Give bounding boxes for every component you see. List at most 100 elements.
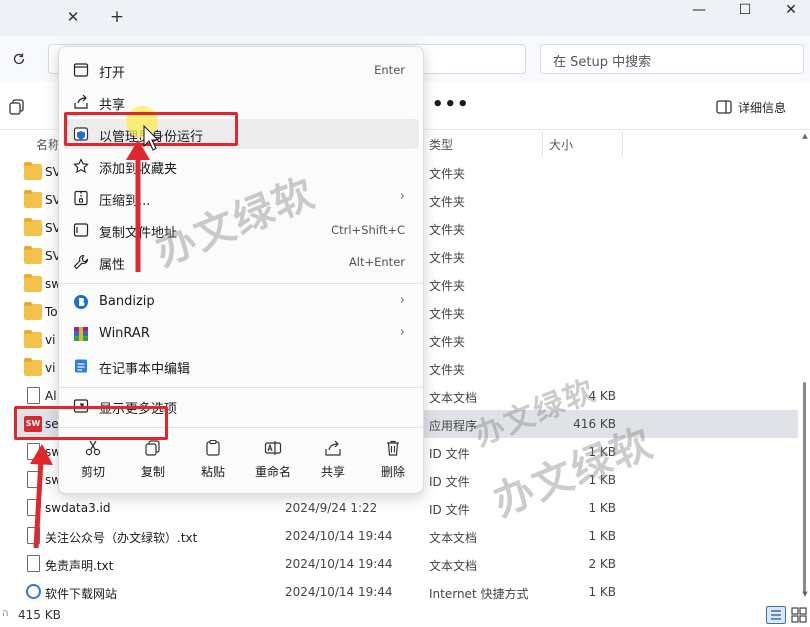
- folder-icon: [24, 246, 42, 264]
- star-icon: [73, 158, 89, 174]
- link-icon: [26, 584, 41, 599]
- text-file-icon: [27, 387, 40, 404]
- menu-item-label: Bandizip: [99, 294, 155, 309]
- status-mark: ה: [2, 608, 9, 619]
- copy-path-icon: [73, 223, 89, 237]
- share-icon: [325, 440, 341, 456]
- menu-divider: [59, 387, 423, 388]
- file-row[interactable]: 免责声明.txt 2024/10/14 19:44 文本文档 2 KB: [18, 550, 798, 578]
- close-window-button[interactable]: ✕: [768, 0, 810, 20]
- column-divider[interactable]: [622, 132, 623, 156]
- file-type: ID 文件: [429, 475, 470, 489]
- paste-icon: [206, 439, 220, 456]
- share-icon: [74, 94, 88, 109]
- submenu-chevron-icon: ›: [399, 189, 405, 204]
- menu-item-shortcut: Enter: [374, 63, 405, 77]
- column-header-name[interactable]: 名称: [36, 136, 60, 153]
- scroll-down-arrow-icon[interactable]: ▼: [800, 590, 810, 600]
- file-row[interactable]: swdata3.id 2024/9/24 1:22 ID 文件 1 KB: [18, 494, 798, 522]
- folder-icon: [24, 330, 42, 348]
- quick-share-button[interactable]: 共享: [303, 435, 363, 485]
- menu-item-bandizip[interactable]: Bandizip ›: [63, 287, 419, 317]
- quick-delete-button[interactable]: 删除: [363, 435, 423, 485]
- menu-item-edit-notepad[interactable]: 在记事本中编辑: [63, 351, 419, 381]
- new-tab-button[interactable]: +: [106, 6, 128, 28]
- notepad-icon: [75, 359, 87, 373]
- text-file-icon: [27, 471, 40, 488]
- file-date: 2024/10/14 19:44: [285, 529, 393, 543]
- scissors-icon: [85, 440, 101, 456]
- details-view-button[interactable]: [766, 606, 786, 624]
- file-name: swdata3.id: [45, 501, 111, 515]
- maximize-button[interactable]: ☐: [722, 0, 768, 20]
- quick-rename-button[interactable]: 重命名: [243, 435, 303, 485]
- folder-icon: [24, 358, 42, 376]
- menu-item-label: 共享: [99, 98, 126, 113]
- wrench-icon: [73, 254, 89, 270]
- column-header-type[interactable]: 类型: [429, 136, 453, 153]
- vertical-scrollbar[interactable]: ▲ ▼: [800, 132, 810, 602]
- file-type: 文件夹: [429, 307, 466, 321]
- menu-item-shortcut: Alt+Enter: [348, 255, 405, 269]
- submenu-chevron-icon: ›: [399, 293, 405, 308]
- selection-size: 415 KB: [18, 608, 61, 622]
- scroll-up-arrow-icon[interactable]: ▲: [800, 132, 810, 142]
- folder-icon: [24, 302, 42, 320]
- menu-item-winrar[interactable]: WinRAR ›: [63, 319, 419, 349]
- search-input[interactable]: 在 Setup 中搜索: [540, 44, 804, 74]
- menu-item-label: 属性: [99, 258, 126, 273]
- menu-item-label: 打开: [99, 66, 126, 81]
- tab-close-button[interactable]: ✕: [62, 6, 84, 28]
- menu-item-properties[interactable]: 属性 Alt+Enter: [63, 247, 419, 277]
- file-name: 关注公众号（办文绿软）.txt: [45, 531, 198, 545]
- trash-icon: [387, 440, 399, 456]
- highlight-setup-file: [14, 406, 168, 440]
- menu-item-label: 在记事本中编辑: [99, 362, 191, 377]
- quick-action-label: 粘贴: [200, 465, 225, 479]
- text-file-icon: [27, 443, 40, 460]
- open-icon: [73, 63, 89, 77]
- quick-action-label: 共享: [320, 465, 345, 479]
- submenu-chevron-icon: ›: [399, 325, 405, 340]
- text-file-icon: [27, 555, 40, 572]
- folder-icon: [24, 218, 42, 236]
- minimize-button[interactable]: —: [676, 0, 722, 20]
- tiles-view-button[interactable]: [790, 606, 808, 624]
- quick-action-label: 复制: [140, 465, 165, 479]
- file-name: vi: [45, 333, 56, 347]
- file-type: 文本文档: [429, 559, 478, 573]
- refresh-button[interactable]: [8, 48, 30, 70]
- menu-item-shortcut: Ctrl+Shift+C: [331, 223, 405, 237]
- quick-paste-button[interactable]: 粘贴: [183, 435, 243, 485]
- scrollbar-thumb[interactable]: [803, 382, 806, 592]
- file-type: 文本文档: [429, 391, 478, 405]
- file-type: Internet 快捷方式: [429, 587, 529, 601]
- quick-cut-button[interactable]: 剪切: [63, 435, 123, 485]
- quick-action-label: 剪切: [80, 465, 105, 479]
- more-options-button[interactable]: •••: [432, 94, 469, 118]
- file-type: ID 文件: [429, 503, 470, 517]
- file-size: 1 KB: [588, 529, 616, 543]
- column-divider[interactable]: [542, 132, 543, 156]
- menu-item-add-favorite[interactable]: 添加到收藏夹: [63, 151, 419, 181]
- file-row[interactable]: 关注公众号（办文绿软）.txt 2024/10/14 19:44 文本文档 1 KB: [18, 522, 798, 550]
- copy-icon[interactable]: [8, 98, 26, 116]
- file-date: 2024/9/24 1:22: [285, 501, 378, 515]
- details-pane-button[interactable]: 详细信息: [716, 96, 786, 118]
- context-quick-actions: 剪切 复制 粘贴 重命名 共享 删除: [63, 433, 419, 489]
- quick-copy-button[interactable]: 复制: [123, 435, 183, 485]
- file-size: 1 KB: [588, 501, 616, 515]
- file-type: 文件夹: [429, 223, 466, 237]
- zip-icon: [74, 190, 88, 206]
- file-date: 2024/10/14 19:44: [285, 557, 393, 571]
- file-type: 文件夹: [429, 279, 466, 293]
- file-type: 文件夹: [429, 195, 466, 209]
- refresh-icon: [13, 53, 25, 65]
- file-name: To: [45, 305, 58, 319]
- grid-view-icon: [791, 607, 807, 623]
- file-size: 1 KB: [588, 585, 616, 599]
- file-type: ID 文件: [429, 447, 470, 461]
- menu-item-label: 压缩到...: [99, 194, 151, 209]
- menu-item-open[interactable]: 打开 Enter: [63, 55, 419, 85]
- column-header-size[interactable]: 大小: [549, 136, 573, 153]
